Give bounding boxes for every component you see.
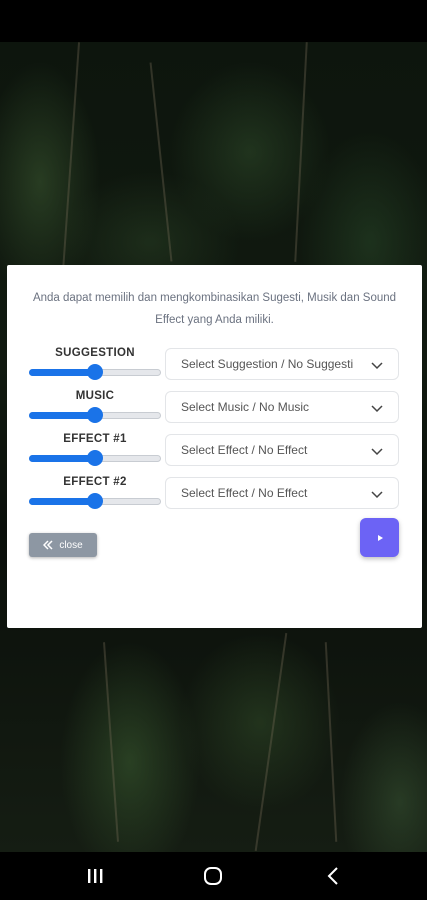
slider-thumb[interactable] xyxy=(87,450,103,466)
music-volume-slider[interactable] xyxy=(29,403,161,427)
chevron-down-icon xyxy=(371,405,383,413)
suggestion-volume-slider[interactable] xyxy=(29,360,161,384)
music-row: MUSIC Select Music / No Music xyxy=(7,390,422,424)
close-label: close xyxy=(59,539,83,551)
chevron-down-icon xyxy=(371,491,383,499)
chevron-down-icon xyxy=(371,448,383,456)
suggestion-label: SUGGESTION xyxy=(55,347,135,359)
mixer-dialog: Anda dapat memilih dan mengkombinasikan … xyxy=(7,265,422,628)
effect2-volume-slider[interactable] xyxy=(29,489,161,513)
slider-thumb[interactable] xyxy=(87,407,103,423)
effect2-label: EFFECT #2 xyxy=(63,476,127,488)
close-button[interactable]: close xyxy=(29,533,97,557)
effect2-row: EFFECT #2 Select Effect / No Effect xyxy=(7,476,422,510)
recent-apps-icon xyxy=(88,869,103,883)
music-select[interactable]: Select Music / No Music xyxy=(165,391,399,423)
music-label: MUSIC xyxy=(75,390,115,402)
home-button[interactable] xyxy=(193,862,233,890)
slider-thumb[interactable] xyxy=(87,493,103,509)
system-navigation-bar xyxy=(0,852,427,900)
effect1-label: EFFECT #1 xyxy=(63,433,127,445)
slider-thumb[interactable] xyxy=(87,364,103,380)
back-button[interactable] xyxy=(313,862,353,890)
recent-apps-button[interactable] xyxy=(75,862,115,890)
effect1-select[interactable]: Select Effect / No Effect xyxy=(165,434,399,466)
chevron-down-icon xyxy=(371,362,383,370)
back-icon xyxy=(327,867,338,885)
dialog-description: Anda dapat memilih dan mengkombinasikan … xyxy=(32,292,397,326)
effect1-row: EFFECT #1 Select Effect / No Effect xyxy=(7,433,422,467)
suggestion-row: SUGGESTION Select Suggestion / No Sugges… xyxy=(7,347,422,381)
play-button[interactable] xyxy=(360,518,399,557)
suggestion-select[interactable]: Select Suggestion / No Suggesti xyxy=(165,348,399,380)
effect2-select[interactable]: Select Effect / No Effect xyxy=(165,477,399,509)
effect1-volume-slider[interactable] xyxy=(29,446,161,470)
play-icon xyxy=(377,534,383,541)
status-bar xyxy=(0,0,427,42)
double-chevron-left-icon xyxy=(43,540,53,550)
home-icon xyxy=(204,867,222,885)
